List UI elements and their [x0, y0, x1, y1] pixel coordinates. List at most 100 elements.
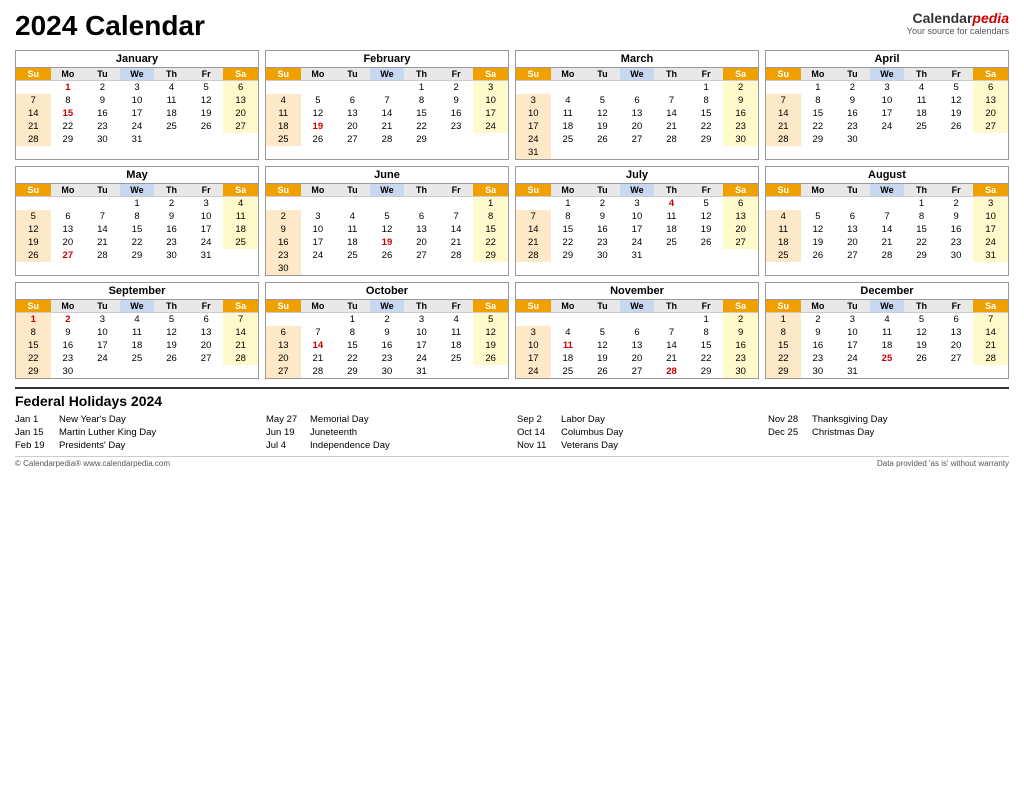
cal-day	[404, 197, 439, 211]
month-june: JuneSuMoTuWeThFrSa1234567891011121314151…	[265, 166, 509, 276]
cal-day: 13	[835, 223, 870, 236]
cal-day: 16	[723, 107, 758, 120]
cal-day: 30	[835, 133, 870, 146]
col-header-su: Su	[766, 300, 801, 313]
cal-day: 5	[939, 81, 974, 95]
cal-day: 25	[120, 352, 155, 365]
cal-day: 12	[801, 223, 836, 236]
col-header-tu: Tu	[835, 184, 870, 197]
cal-day: 12	[904, 326, 939, 339]
cal-day: 26	[689, 236, 724, 249]
cal-day: 2	[370, 313, 405, 327]
cal-day: 19	[301, 120, 336, 133]
cal-day: 13	[189, 326, 224, 339]
cal-day: 31	[404, 365, 439, 378]
cal-day: 30	[85, 133, 120, 146]
cal-day: 8	[766, 326, 801, 339]
holiday-item: Dec 25Christmas Day	[768, 426, 1009, 439]
cal-day: 26	[370, 249, 405, 262]
cal-day: 25	[266, 133, 301, 146]
holiday-column-1: May 27Memorial DayJun 19JuneteenthJul 4I…	[266, 413, 507, 452]
cal-day: 4	[154, 81, 189, 95]
cal-day: 6	[223, 81, 258, 95]
cal-day: 24	[870, 120, 905, 133]
cal-day: 20	[973, 107, 1008, 120]
holiday-date: Jan 15	[15, 427, 53, 438]
cal-day: 28	[973, 352, 1008, 365]
cal-day: 3	[516, 326, 551, 339]
cal-day: 9	[51, 326, 86, 339]
cal-day: 22	[551, 236, 586, 249]
holidays-title: Federal Holidays 2024	[15, 393, 1009, 409]
holiday-column-3: Nov 28Thanksgiving DayDec 25Christmas Da…	[768, 413, 1009, 452]
cal-day: 8	[551, 210, 586, 223]
cal-day: 28	[654, 133, 689, 146]
cal-day: 24	[85, 352, 120, 365]
cal-day: 14	[301, 339, 336, 352]
cal-day: 17	[835, 339, 870, 352]
holiday-date: May 27	[266, 414, 304, 425]
holiday-name: New Year's Day	[59, 414, 126, 425]
cal-day: 15	[551, 223, 586, 236]
cal-day: 19	[904, 339, 939, 352]
col-header-tu: Tu	[335, 300, 370, 313]
cal-day: 28	[516, 249, 551, 262]
holiday-column-0: Jan 1New Year's DayJan 15Martin Luther K…	[15, 413, 256, 452]
cal-day: 30	[266, 262, 301, 275]
cal-day: 25	[154, 120, 189, 133]
cal-day: 29	[904, 249, 939, 262]
col-header-mo: Mo	[801, 300, 836, 313]
cal-day: 1	[120, 197, 155, 211]
cal-day: 16	[154, 223, 189, 236]
cal-day	[551, 313, 586, 327]
cal-day: 27	[335, 133, 370, 146]
col-header-mo: Mo	[51, 68, 86, 81]
cal-day: 8	[473, 210, 508, 223]
cal-day: 15	[801, 107, 836, 120]
cal-day: 6	[335, 94, 370, 107]
cal-day	[654, 249, 689, 262]
cal-day: 16	[266, 236, 301, 249]
holiday-date: Nov 28	[768, 414, 806, 425]
cal-day	[301, 262, 336, 275]
cal-day: 18	[154, 107, 189, 120]
cal-day	[654, 81, 689, 95]
holiday-column-2: Sep 2Labor DayOct 14Columbus DayNov 11Ve…	[517, 413, 758, 452]
cal-day: 12	[370, 223, 405, 236]
cal-day: 16	[439, 107, 474, 120]
month-title-june: June	[266, 167, 508, 184]
col-header-we: We	[620, 68, 655, 81]
cal-day: 24	[835, 352, 870, 365]
cal-day: 6	[266, 326, 301, 339]
cal-day: 11	[904, 94, 939, 107]
cal-day: 20	[620, 352, 655, 365]
holiday-item: Sep 2Labor Day	[517, 413, 758, 426]
cal-day: 17	[120, 107, 155, 120]
cal-day: 29	[689, 365, 724, 378]
cal-day: 29	[551, 249, 586, 262]
month-november: NovemberSuMoTuWeThFrSa123456789101112131…	[515, 282, 759, 379]
cal-day: 17	[473, 107, 508, 120]
cal-day: 9	[85, 94, 120, 107]
cal-day: 26	[904, 352, 939, 365]
cal-day: 7	[439, 210, 474, 223]
col-header-th: Th	[404, 68, 439, 81]
cal-day	[85, 197, 120, 211]
cal-day: 18	[335, 236, 370, 249]
holiday-date: Nov 11	[517, 440, 555, 451]
month-december: DecemberSuMoTuWeThFrSa123456789101112131…	[765, 282, 1009, 379]
cal-day: 18	[904, 107, 939, 120]
cal-day: 27	[620, 365, 655, 378]
cal-day: 15	[904, 223, 939, 236]
cal-day: 27	[939, 352, 974, 365]
col-header-fr: Fr	[689, 184, 724, 197]
cal-day: 14	[85, 223, 120, 236]
col-header-tu: Tu	[85, 68, 120, 81]
cal-day: 8	[801, 94, 836, 107]
cal-day: 13	[939, 326, 974, 339]
cal-day: 25	[654, 236, 689, 249]
col-header-su: Su	[516, 68, 551, 81]
holiday-name: Veterans Day	[561, 440, 618, 451]
cal-day: 21	[223, 339, 258, 352]
cal-day: 24	[473, 120, 508, 133]
